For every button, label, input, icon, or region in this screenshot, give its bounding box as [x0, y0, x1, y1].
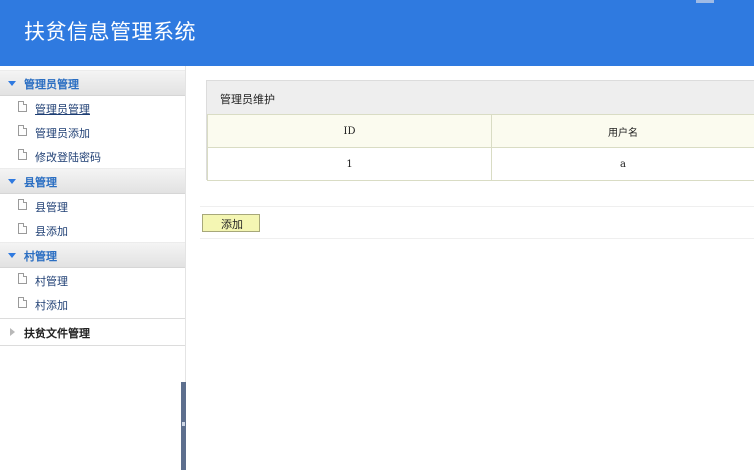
sidebar-group-county[interactable]: 县管理 [0, 168, 185, 194]
sidebar-item-label: 县管理 [35, 199, 68, 215]
document-icon [18, 125, 27, 136]
sidebar-item-admin-add[interactable]: 管理员添加 [0, 120, 185, 144]
panel-title-bar: 管理员维护 [207, 81, 754, 115]
sidebar-item-label: 县添加 [35, 223, 68, 239]
document-icon [18, 149, 27, 160]
sidebar-item-village-manage[interactable]: 村管理 [0, 268, 185, 292]
sidebar-item-county-manage[interactable]: 县管理 [0, 194, 185, 218]
document-icon [18, 199, 27, 210]
caret-right-icon [10, 328, 15, 336]
sidebar-group-poverty-files[interactable]: 扶贫文件管理 [0, 318, 185, 346]
app-header: 扶贫信息管理系统 [0, 0, 754, 66]
sidebar-item-label: 村管理 [35, 273, 68, 289]
sidebar-item-village-add[interactable]: 村添加 [0, 292, 185, 316]
panel-title: 管理员维护 [220, 91, 275, 107]
admin-table: ID 用户名 1 a [207, 114, 754, 181]
sidebar-item-label: 管理员添加 [35, 125, 90, 141]
caret-down-icon [8, 253, 16, 258]
cell-id: 1 [208, 148, 492, 181]
sidebar-group-admin[interactable]: 管理员管理 [0, 70, 185, 96]
cell-username: a [492, 148, 754, 181]
caret-down-icon [8, 179, 16, 184]
caret-down-icon [8, 81, 16, 86]
sidebar-group-label: 管理员管理 [24, 76, 79, 92]
document-icon [18, 273, 27, 284]
admin-maintenance-panel: 管理员维护 ID 用户名 1 a [206, 80, 754, 180]
splitter-grip-icon [182, 422, 185, 426]
action-bar: 添加 [200, 206, 754, 239]
sidebar-group-village[interactable]: 村管理 [0, 242, 185, 268]
main-content: 管理员维护 ID 用户名 1 a 添加 [186, 66, 754, 453]
sidebar-group-label: 村管理 [24, 248, 57, 264]
header-corner-mark [696, 0, 714, 3]
sidebar-group-label: 扶贫文件管理 [24, 325, 90, 341]
sidebar-item-label: 管理员管理 [35, 101, 90, 117]
table-row[interactable]: 1 a [208, 148, 754, 181]
column-header-id[interactable]: ID [208, 115, 492, 148]
document-icon [18, 101, 27, 112]
sidebar-item-county-add[interactable]: 县添加 [0, 218, 185, 242]
sidebar-item-label: 修改登陆密码 [35, 149, 101, 165]
sidebar-group-label: 县管理 [24, 174, 57, 190]
document-icon [18, 223, 27, 234]
sidebar-item-change-password[interactable]: 修改登陆密码 [0, 144, 185, 168]
sidebar-item-admin-manage[interactable]: 管理员管理 [0, 96, 185, 120]
add-button[interactable]: 添加 [202, 214, 260, 232]
app-title: 扶贫信息管理系统 [24, 16, 196, 46]
column-header-username[interactable]: 用户名 [492, 115, 754, 148]
document-icon [18, 297, 27, 308]
table-header-row: ID 用户名 [208, 115, 754, 148]
sidebar-item-label: 村添加 [35, 297, 68, 313]
sidebar: 管理员管理 管理员管理 管理员添加 修改登陆密码 县管理 县管理 县添加 村管理… [0, 66, 186, 453]
